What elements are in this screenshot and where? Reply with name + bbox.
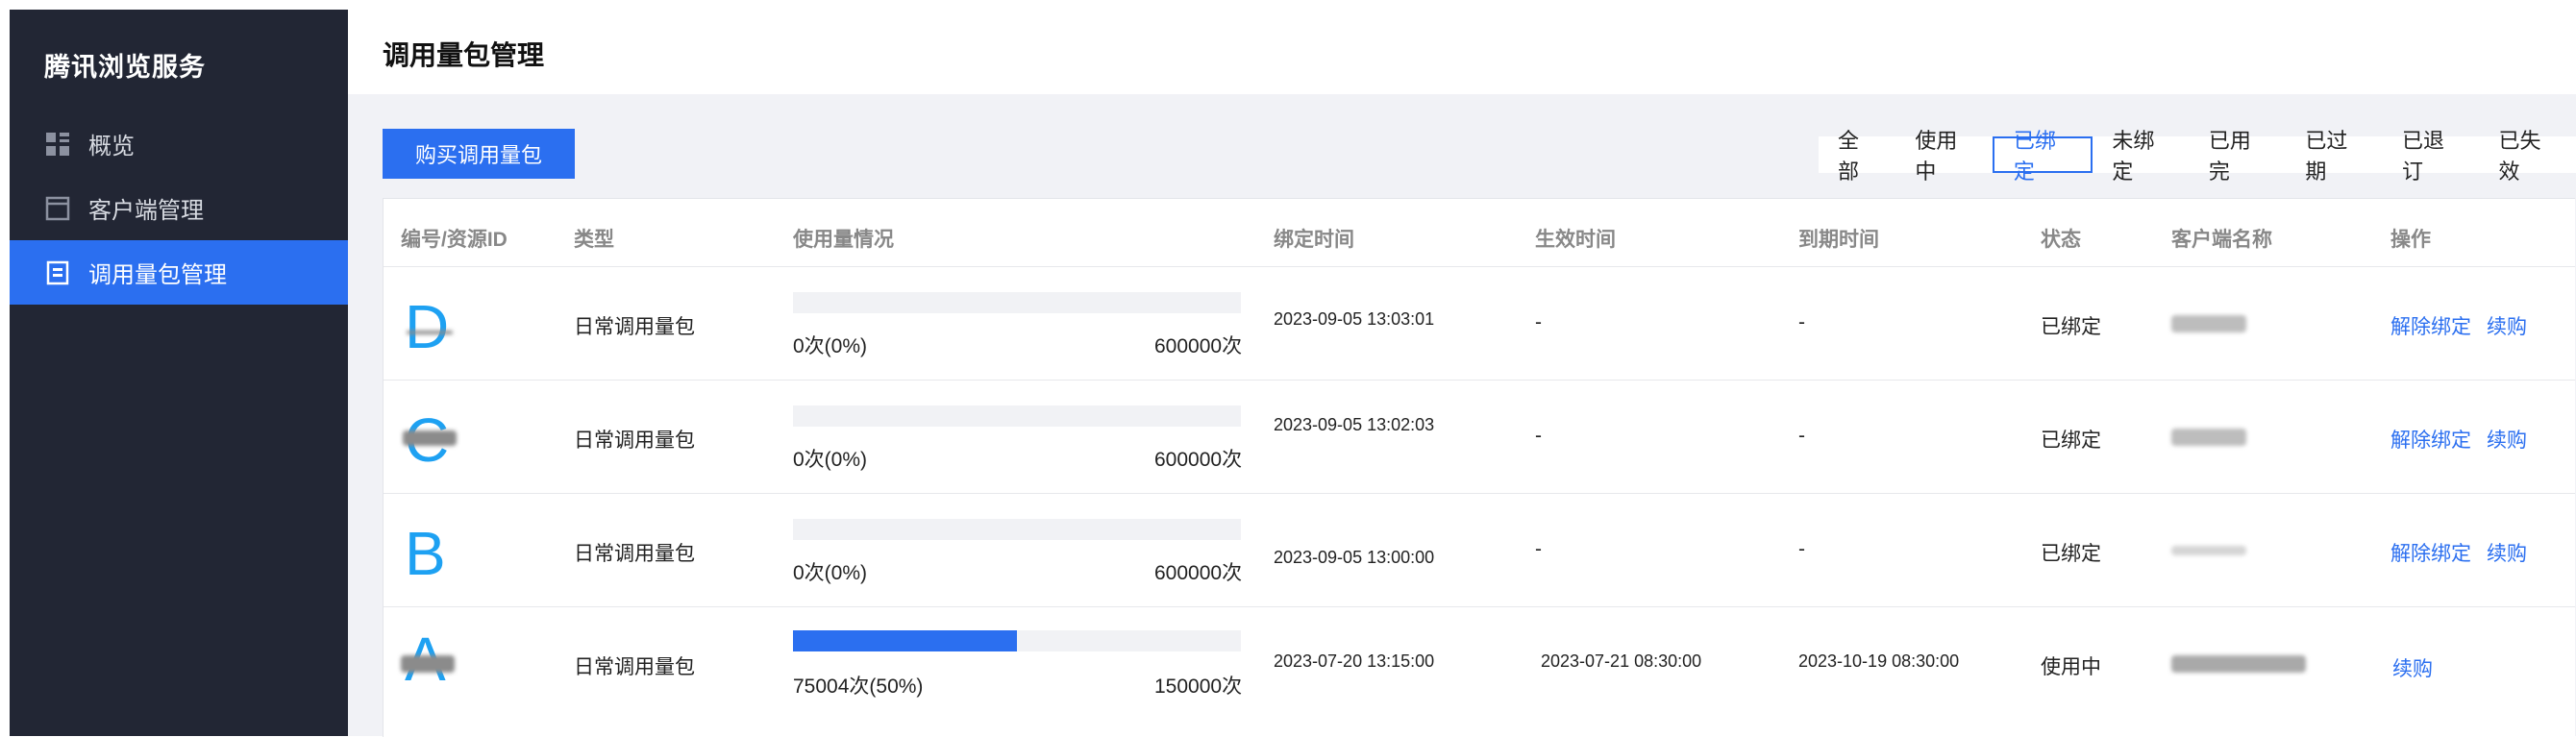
sidebar-item-label: 调用量包管理 (88, 262, 227, 288)
column-header: 使用量情况 (793, 229, 894, 251)
redacted-client-name (2171, 546, 2246, 555)
bind-time: 2023-09-05 13:02:03 (1274, 415, 1435, 434)
filter-expired[interactable]: 已过期 (2286, 129, 2383, 184)
column-header: 操作 (2390, 229, 2431, 251)
usage-total: 600000次 (1154, 449, 1243, 471)
status-badge: 已绑定 (2041, 430, 2101, 452)
usage-used: 0次(0%) (793, 449, 868, 471)
column-header: 生效时间 (1535, 229, 1616, 251)
package-table: 编号/资源ID 类型 使用量情况 绑定时间 生效时间 到期时间 状态 客户端名称… (383, 198, 2575, 737)
filter-all[interactable]: 全部 (1819, 129, 1895, 184)
filter-used-up[interactable]: 已用完 (2190, 129, 2287, 184)
usage-used: 0次(0%) (793, 335, 868, 357)
redacted-client-name (2171, 315, 2246, 332)
filter-unbound[interactable]: 未绑定 (2093, 129, 2190, 184)
sidebar: 腾讯浏览服务 概览 客户端管理 调用量包管理 (10, 10, 348, 736)
brand-title: 腾讯浏览服务 (44, 53, 206, 82)
redacted-client-name (2171, 655, 2306, 673)
table-row: A 日常调用量包 75004次(50%) 150000次 2023-07-20 … (384, 606, 2575, 721)
table-row: D 日常调用量包 0次(0%) 600000次 2023-09-05 13:03… (384, 266, 2575, 381)
usage-total: 150000次 (1154, 676, 1243, 698)
column-header: 状态 (2041, 229, 2081, 251)
filter-invalid[interactable]: 已失效 (2479, 129, 2576, 184)
effective-time: 2023-07-21 08:30:00 (1541, 651, 1702, 671)
sidebar-item-overview[interactable]: 概览 (10, 111, 348, 176)
column-header: 客户端名称 (2171, 229, 2272, 251)
column-header: 编号/资源ID (401, 229, 508, 251)
package-type: 日常调用量包 (574, 430, 695, 452)
package-icon (44, 259, 71, 286)
expire-time: - (1798, 538, 1805, 560)
usage-total: 600000次 (1154, 335, 1243, 357)
usage-used: 0次(0%) (793, 562, 868, 584)
expire-time: 2023-10-19 08:30:00 (1798, 651, 1960, 671)
filter-unsubscribed[interactable]: 已退订 (2383, 129, 2480, 184)
bind-time: 2023-09-05 13:03:01 (1274, 309, 1435, 329)
filter-bound[interactable]: 已绑定 (1992, 129, 2093, 184)
effective-time: - (1535, 425, 1542, 447)
renew-link[interactable]: 续购 (2392, 653, 2433, 682)
usage-progress-bar (793, 405, 1241, 427)
package-type: 日常调用量包 (574, 543, 695, 565)
effective-time: - (1535, 311, 1542, 333)
package-type: 日常调用量包 (574, 316, 695, 338)
unbind-link[interactable]: 解除绑定 (2390, 425, 2471, 454)
column-header: 类型 (574, 229, 614, 251)
header: 调用量包管理 (348, 0, 2576, 94)
status-filter-tabs: 全部 使用中 已绑定 未绑定 已用完 已过期 已退订 已失效 (1819, 129, 2576, 184)
column-header: 到期时间 (1798, 229, 1879, 251)
column-header: 绑定时间 (1274, 229, 1354, 251)
expire-time: - (1798, 311, 1805, 333)
main-content: 购买调用量包 全部 使用中 已绑定 未绑定 已用完 已过期 已退订 已失效 编号… (348, 94, 2576, 737)
usage-used: 75004次(50%) (793, 676, 924, 698)
bind-time: 2023-07-20 13:15:00 (1274, 651, 1435, 671)
redacted-id (401, 655, 455, 673)
expire-time: - (1798, 425, 1805, 447)
redacted-id (403, 430, 457, 446)
table-row: C 日常调用量包 0次(0%) 600000次 2023-09-05 13:02… (384, 380, 2575, 494)
redacted-client-name (2171, 429, 2246, 446)
sidebar-item-client-management[interactable]: 客户端管理 (10, 176, 348, 240)
usage-total: 600000次 (1154, 562, 1243, 584)
window-icon (44, 195, 71, 222)
status-badge: 使用中 (2041, 656, 2101, 678)
filter-in-use[interactable]: 使用中 (1895, 129, 1993, 184)
buy-package-button[interactable]: 购买调用量包 (383, 129, 575, 179)
renew-link[interactable]: 续购 (2487, 538, 2527, 567)
effective-time: - (1535, 538, 1542, 560)
usage-progress-bar (793, 292, 1241, 313)
sidebar-item-label: 概览 (88, 134, 135, 160)
status-badge: 已绑定 (2041, 543, 2101, 565)
sidebar-item-package-management[interactable]: 调用量包管理 (10, 240, 348, 305)
unbind-link[interactable]: 解除绑定 (2390, 311, 2471, 340)
sidebar-item-label: 客户端管理 (88, 198, 204, 224)
resource-id: B (405, 519, 446, 588)
dashboard-icon (44, 131, 71, 158)
renew-link[interactable]: 续购 (2487, 425, 2527, 454)
package-type: 日常调用量包 (574, 656, 695, 678)
usage-progress-bar (793, 630, 1241, 651)
usage-progress-fill (793, 630, 1017, 651)
bind-time: 2023-09-05 13:00:00 (1274, 548, 1435, 567)
status-badge: 已绑定 (2041, 316, 2101, 338)
unbind-link[interactable]: 解除绑定 (2390, 538, 2471, 567)
resource-id: D (405, 292, 450, 361)
renew-link[interactable]: 续购 (2487, 311, 2527, 340)
page-title: 调用量包管理 (383, 40, 545, 70)
usage-progress-bar (793, 519, 1241, 540)
table-row: B 日常调用量包 0次(0%) 600000次 2023-09-05 13:00… (384, 493, 2575, 607)
redacted-id (407, 331, 453, 334)
